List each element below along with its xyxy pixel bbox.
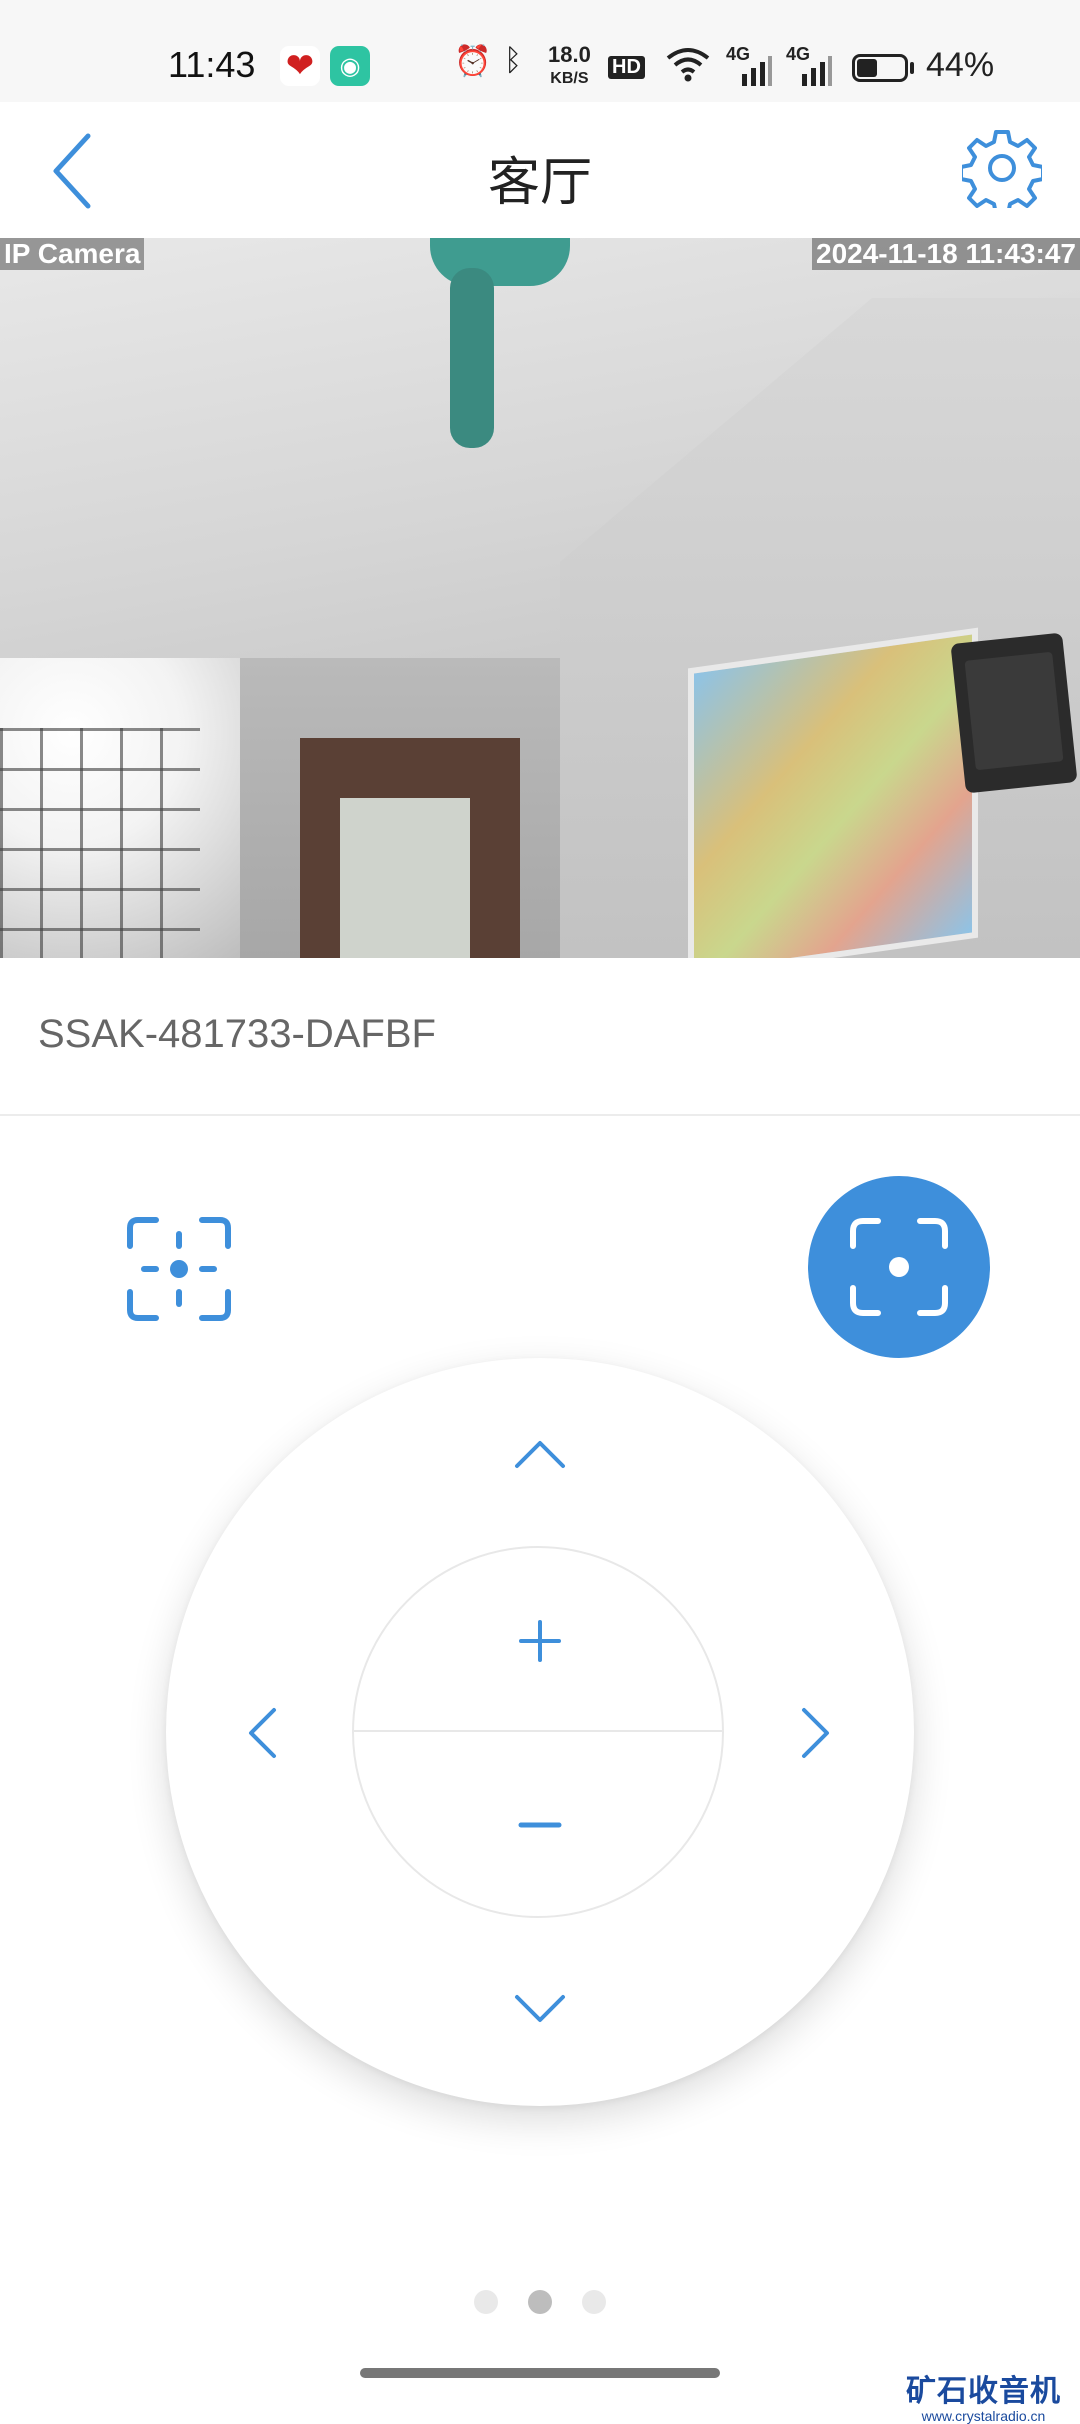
gear-icon xyxy=(959,130,1045,216)
section-divider xyxy=(0,1114,1080,1116)
network-speed-unit: KB/S xyxy=(550,70,589,87)
status-bar xyxy=(0,0,1080,102)
pan-left-button[interactable] xyxy=(228,1698,298,1768)
page-dot-1[interactable] xyxy=(474,2290,498,2314)
scan-frame-icon xyxy=(850,1218,948,1316)
status-time: 11:43 xyxy=(168,44,256,85)
zoom-divider xyxy=(354,1730,722,1732)
chevron-up-icon xyxy=(515,1441,565,1468)
pan-right-button[interactable] xyxy=(780,1698,850,1768)
video-clock-face xyxy=(964,651,1064,771)
chevron-left-icon xyxy=(249,1708,276,1758)
battery-cap xyxy=(910,62,914,74)
device-id: SSAK-481733-DAFBF xyxy=(38,1012,436,1056)
home-indicator[interactable] xyxy=(360,2368,720,2378)
video-fan-blade xyxy=(450,268,494,448)
zoom-out-button[interactable] xyxy=(505,1790,575,1860)
osd-camera-label: IP Camera xyxy=(0,238,145,270)
watermark-logo: 矿石收音机 www.crystalradio.cn xyxy=(906,2376,1061,2424)
mi-home-notification-icon: ◉ xyxy=(330,46,370,86)
focus-target-icon xyxy=(127,1217,231,1321)
page-title: 客厅 xyxy=(487,154,592,212)
network-speed-value: 18.0 xyxy=(548,42,591,67)
camera-video-feed[interactable]: IP Camera 2024-11-18 11:43:47 xyxy=(0,238,1080,958)
alarm-icon: ⏰ xyxy=(454,45,492,78)
page-dot-2-active[interactable] xyxy=(528,2290,552,2314)
watermark-url: www.crystalradio.cn xyxy=(921,2408,1046,2424)
video-wall-map xyxy=(688,627,978,958)
battery-percent: 44% xyxy=(926,46,995,84)
pan-up-button[interactable] xyxy=(505,1420,575,1490)
snapshot-button[interactable] xyxy=(808,1176,990,1358)
battery-level xyxy=(857,59,877,77)
bluetooth-icon: ᛒ xyxy=(504,44,522,77)
pan-down-button[interactable] xyxy=(505,1973,575,2043)
plus-icon xyxy=(519,1620,561,1662)
minus-icon xyxy=(518,1822,562,1828)
zoom-control-circle xyxy=(352,1546,724,1918)
osd-timestamp: 2024-11-18 11:43:47 xyxy=(812,238,1080,270)
signal-bars-2-icon xyxy=(790,56,832,91)
chevron-right-icon xyxy=(802,1708,829,1758)
signal-bars-1-icon xyxy=(730,56,772,91)
video-window-bars xyxy=(0,728,200,958)
wifi-icon xyxy=(664,44,712,92)
watermark-title: 矿石收音机 xyxy=(906,2375,1061,2408)
app-notification-icon: ❤ xyxy=(280,46,320,86)
focus-button[interactable] xyxy=(126,1216,232,1322)
video-door-opening xyxy=(340,798,470,958)
page-dot-3[interactable] xyxy=(582,2290,606,2314)
hd-voice-icon: HD xyxy=(608,56,645,79)
settings-button[interactable] xyxy=(959,128,1045,216)
zoom-in-button[interactable] xyxy=(505,1606,575,1676)
network-speed: 18.0 KB/S xyxy=(548,44,591,89)
chevron-down-icon xyxy=(515,1995,565,2022)
